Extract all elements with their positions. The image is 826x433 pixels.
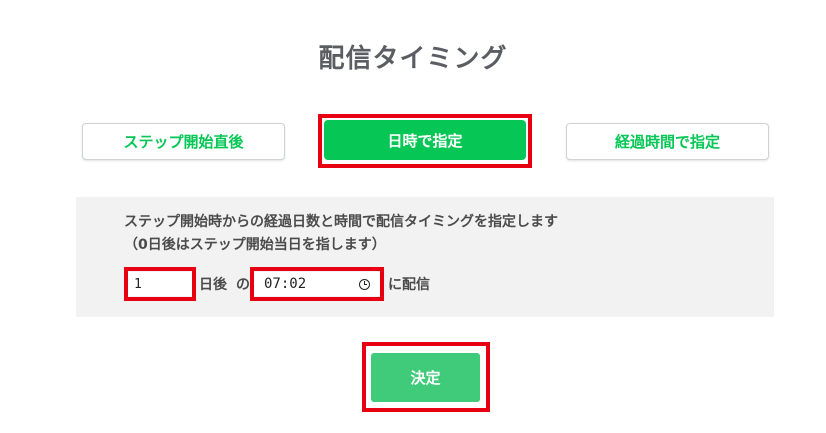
confirm-button[interactable]: 決定: [371, 353, 480, 402]
description-line-1: ステップ開始時からの経過日数と時間で配信タイミングを指定します: [124, 214, 558, 230]
tab-elapsed-time[interactable]: 経過時間で指定: [566, 123, 769, 160]
days-input[interactable]: [128, 272, 192, 296]
page-title: 配信タイミング: [318, 44, 508, 74]
deliver-label: に配信: [388, 277, 430, 293]
tab-step-start[interactable]: ステップ開始直後: [82, 123, 285, 160]
clock-icon[interactable]: [359, 278, 370, 290]
days-after-label: 日後: [199, 277, 227, 293]
panel-description: ステップ開始時からの経過日数と時間で配信タイミングを指定します （0日後はステッ…: [124, 211, 558, 257]
description-line-2: （0日後はステップ開始当日を指します）: [124, 237, 386, 253]
tab-datetime[interactable]: 日時で指定: [324, 120, 526, 160]
time-value: 07:02: [264, 276, 307, 292]
no-label: の: [236, 277, 250, 293]
time-input[interactable]: 07:02: [254, 272, 380, 296]
